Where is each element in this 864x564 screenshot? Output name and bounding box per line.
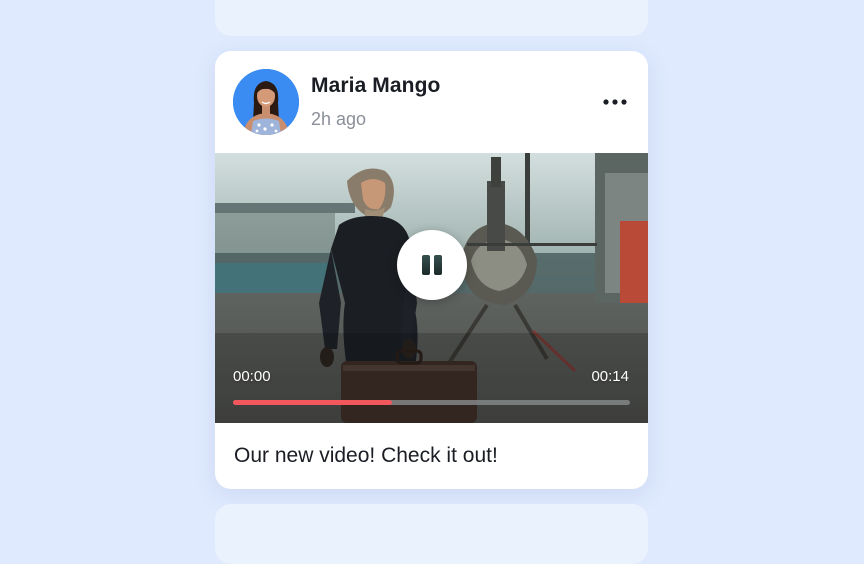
author-avatar[interactable] — [233, 69, 299, 135]
post-card: Maria Mango 2h ago 00:00 00:14 Our new v… — [215, 51, 648, 489]
video-progress-fill — [233, 400, 392, 405]
pause-icon — [422, 255, 442, 275]
post-caption: Our new video! Check it out! — [234, 444, 498, 467]
avatar-photo — [233, 69, 299, 135]
video-player[interactable]: 00:00 00:14 — [215, 153, 648, 423]
total-duration: 00:14 — [591, 368, 629, 385]
video-progress-bar[interactable] — [233, 400, 630, 405]
post-timestamp: 2h ago — [311, 109, 367, 129]
author-name[interactable]: Maria Mango — [311, 74, 440, 98]
previous-post-card — [215, 0, 648, 36]
more-horizontal-icon — [603, 99, 627, 105]
post-options-button[interactable] — [597, 91, 633, 113]
next-post-card — [215, 504, 648, 564]
pause-button[interactable] — [397, 230, 467, 300]
post-header: Maria Mango 2h ago — [215, 51, 648, 153]
current-time: 00:00 — [233, 368, 271, 385]
